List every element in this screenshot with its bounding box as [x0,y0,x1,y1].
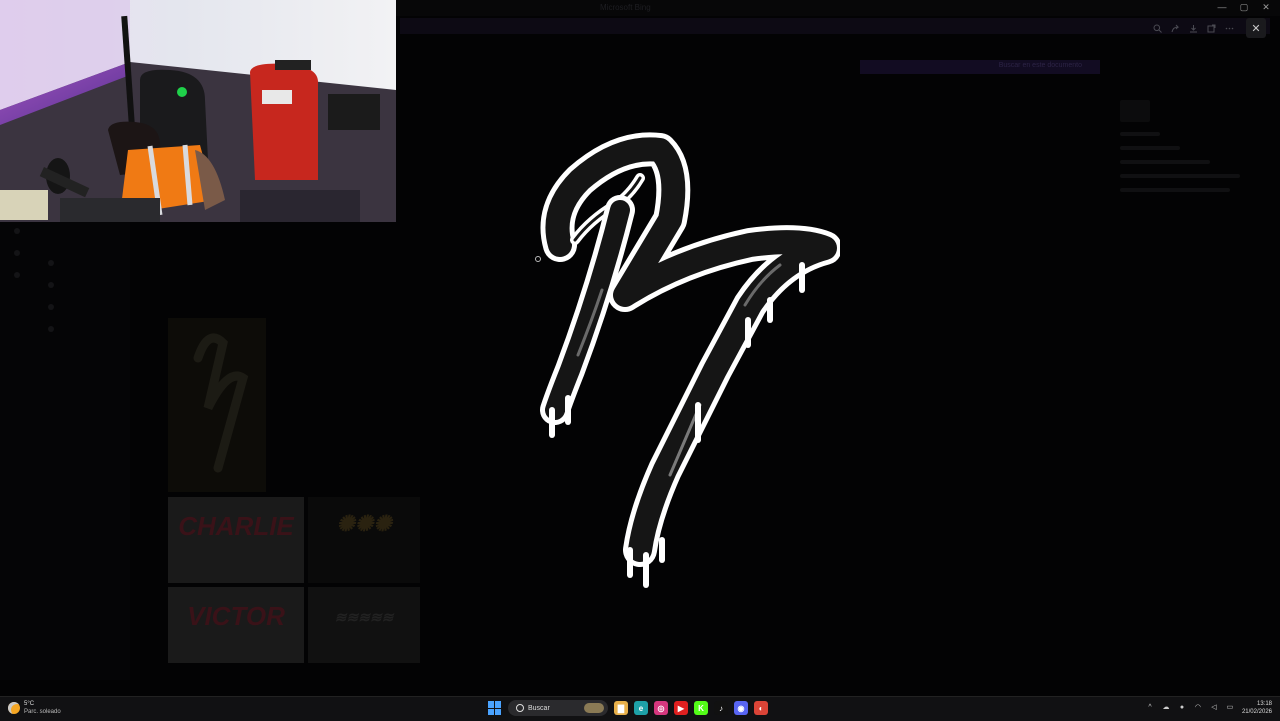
kick-icon[interactable]: K [694,701,708,715]
background-tab-strip [400,18,1270,34]
edge-icon[interactable]: e [634,701,648,715]
thumbnail-graffiti-2[interactable]: ≋≋≋≋≋ [308,587,420,663]
close-viewer-button[interactable]: ✕ [1246,18,1266,38]
sidebar-dot [48,326,54,332]
webcam-overlay [0,0,396,222]
clock-date: 21/02/2026 [1241,709,1272,715]
thumbnail-graffiti-1[interactable]: ✺✺✺ [308,497,420,583]
thumbnail-charlie[interactable]: CHARLIE [168,497,304,583]
zoom-in-icon[interactable] [1150,20,1164,36]
screen: Microsoft Bing Buscar en este documento [0,0,1280,696]
chevron-up-icon[interactable]: ^ [1146,704,1154,712]
taskbar-center: Buscar ▇ e ◎ ▶ K ♪ ◉ ◐ [488,700,768,716]
taskbar: 5°C Parc. soleado Buscar ▇ e ◎ ▶ K ♪ ◉ ◐… [0,696,1280,721]
discord-icon[interactable]: ◉ [734,701,748,715]
graffiti-logo [540,132,842,588]
sidebar-dot [14,228,20,234]
weather-condition: Parc. soleado [24,709,61,715]
graffiti-logo-image [520,130,842,600]
close-window-button[interactable]: ✕ [1260,2,1272,12]
clock-time: 13:18 [1256,701,1272,707]
weather-temperature: 5°C [24,701,35,707]
maximize-button[interactable]: ▢ [1238,2,1250,12]
share-icon[interactable] [1168,20,1182,36]
thumbnail-victor[interactable]: VICTOR [168,587,304,663]
background-sidebar [0,220,130,680]
thumbnail-logo[interactable] [168,318,266,492]
viewer-toolbar: ✕ [1150,18,1266,38]
thumbnail-graffiti-1-art: ✺✺✺ [336,511,392,536]
sidebar-dot [48,260,54,266]
background-right-panel [1112,90,1272,270]
thumbnail-graffiti-2-art: ≋≋≋≋≋ [334,609,394,625]
weather-widget[interactable]: 5°C Parc. soleado [8,700,61,716]
clock[interactable]: 13:18 21/02/2026 [1242,700,1272,716]
minimize-button[interactable]: — [1216,2,1228,12]
weather-sun-icon [8,702,20,714]
tiktok-icon[interactable]: ♪ [714,701,728,715]
sidebar-dot [14,272,20,278]
sidebar-dot [14,250,20,256]
system-tray: ^ ☁ ● ◠ ◁ ▭ 13:18 21/02/2026 [1146,700,1272,716]
download-icon[interactable] [1186,20,1200,36]
more-icon[interactable] [1222,20,1236,36]
sidebar-dot [48,304,54,310]
mouse-cursor [535,256,541,262]
search-highlight-icon [584,703,604,713]
thumbnail-logo-glyph [193,333,249,473]
microphone-icon[interactable]: ● [1178,704,1186,712]
file-explorer-icon[interactable]: ▇ [614,701,628,715]
wifi-icon[interactable]: ◠ [1194,704,1202,712]
sidebar-dot [48,282,54,288]
weather-text: 5°C Parc. soleado [24,700,61,716]
background-search-pill-text: Buscar en este documento [998,62,1082,69]
windows-start-icon[interactable] [488,701,502,715]
open-external-icon[interactable] [1204,20,1218,36]
background-search-pill: Buscar en este documento [860,60,1100,74]
taskbar-search[interactable]: Buscar [508,700,608,716]
search-icon [516,704,524,712]
volume-icon[interactable]: ◁ [1210,704,1218,712]
chrome-icon[interactable]: ◐ [754,701,768,715]
instagram-icon[interactable]: ◎ [654,701,668,715]
cloud-icon[interactable]: ☁ [1162,704,1170,712]
battery-icon[interactable]: ▭ [1226,704,1234,712]
background-window-title: Microsoft Bing [600,3,651,12]
window-controls: — ▢ ✕ [1216,2,1272,12]
thumbnail-charlie-text: CHARLIE [178,511,294,541]
search-placeholder: Buscar [528,704,550,712]
youtube-icon[interactable]: ▶ [674,701,688,715]
webcam-scene [0,0,396,222]
thumbnail-victor-text: VICTOR [187,601,285,631]
